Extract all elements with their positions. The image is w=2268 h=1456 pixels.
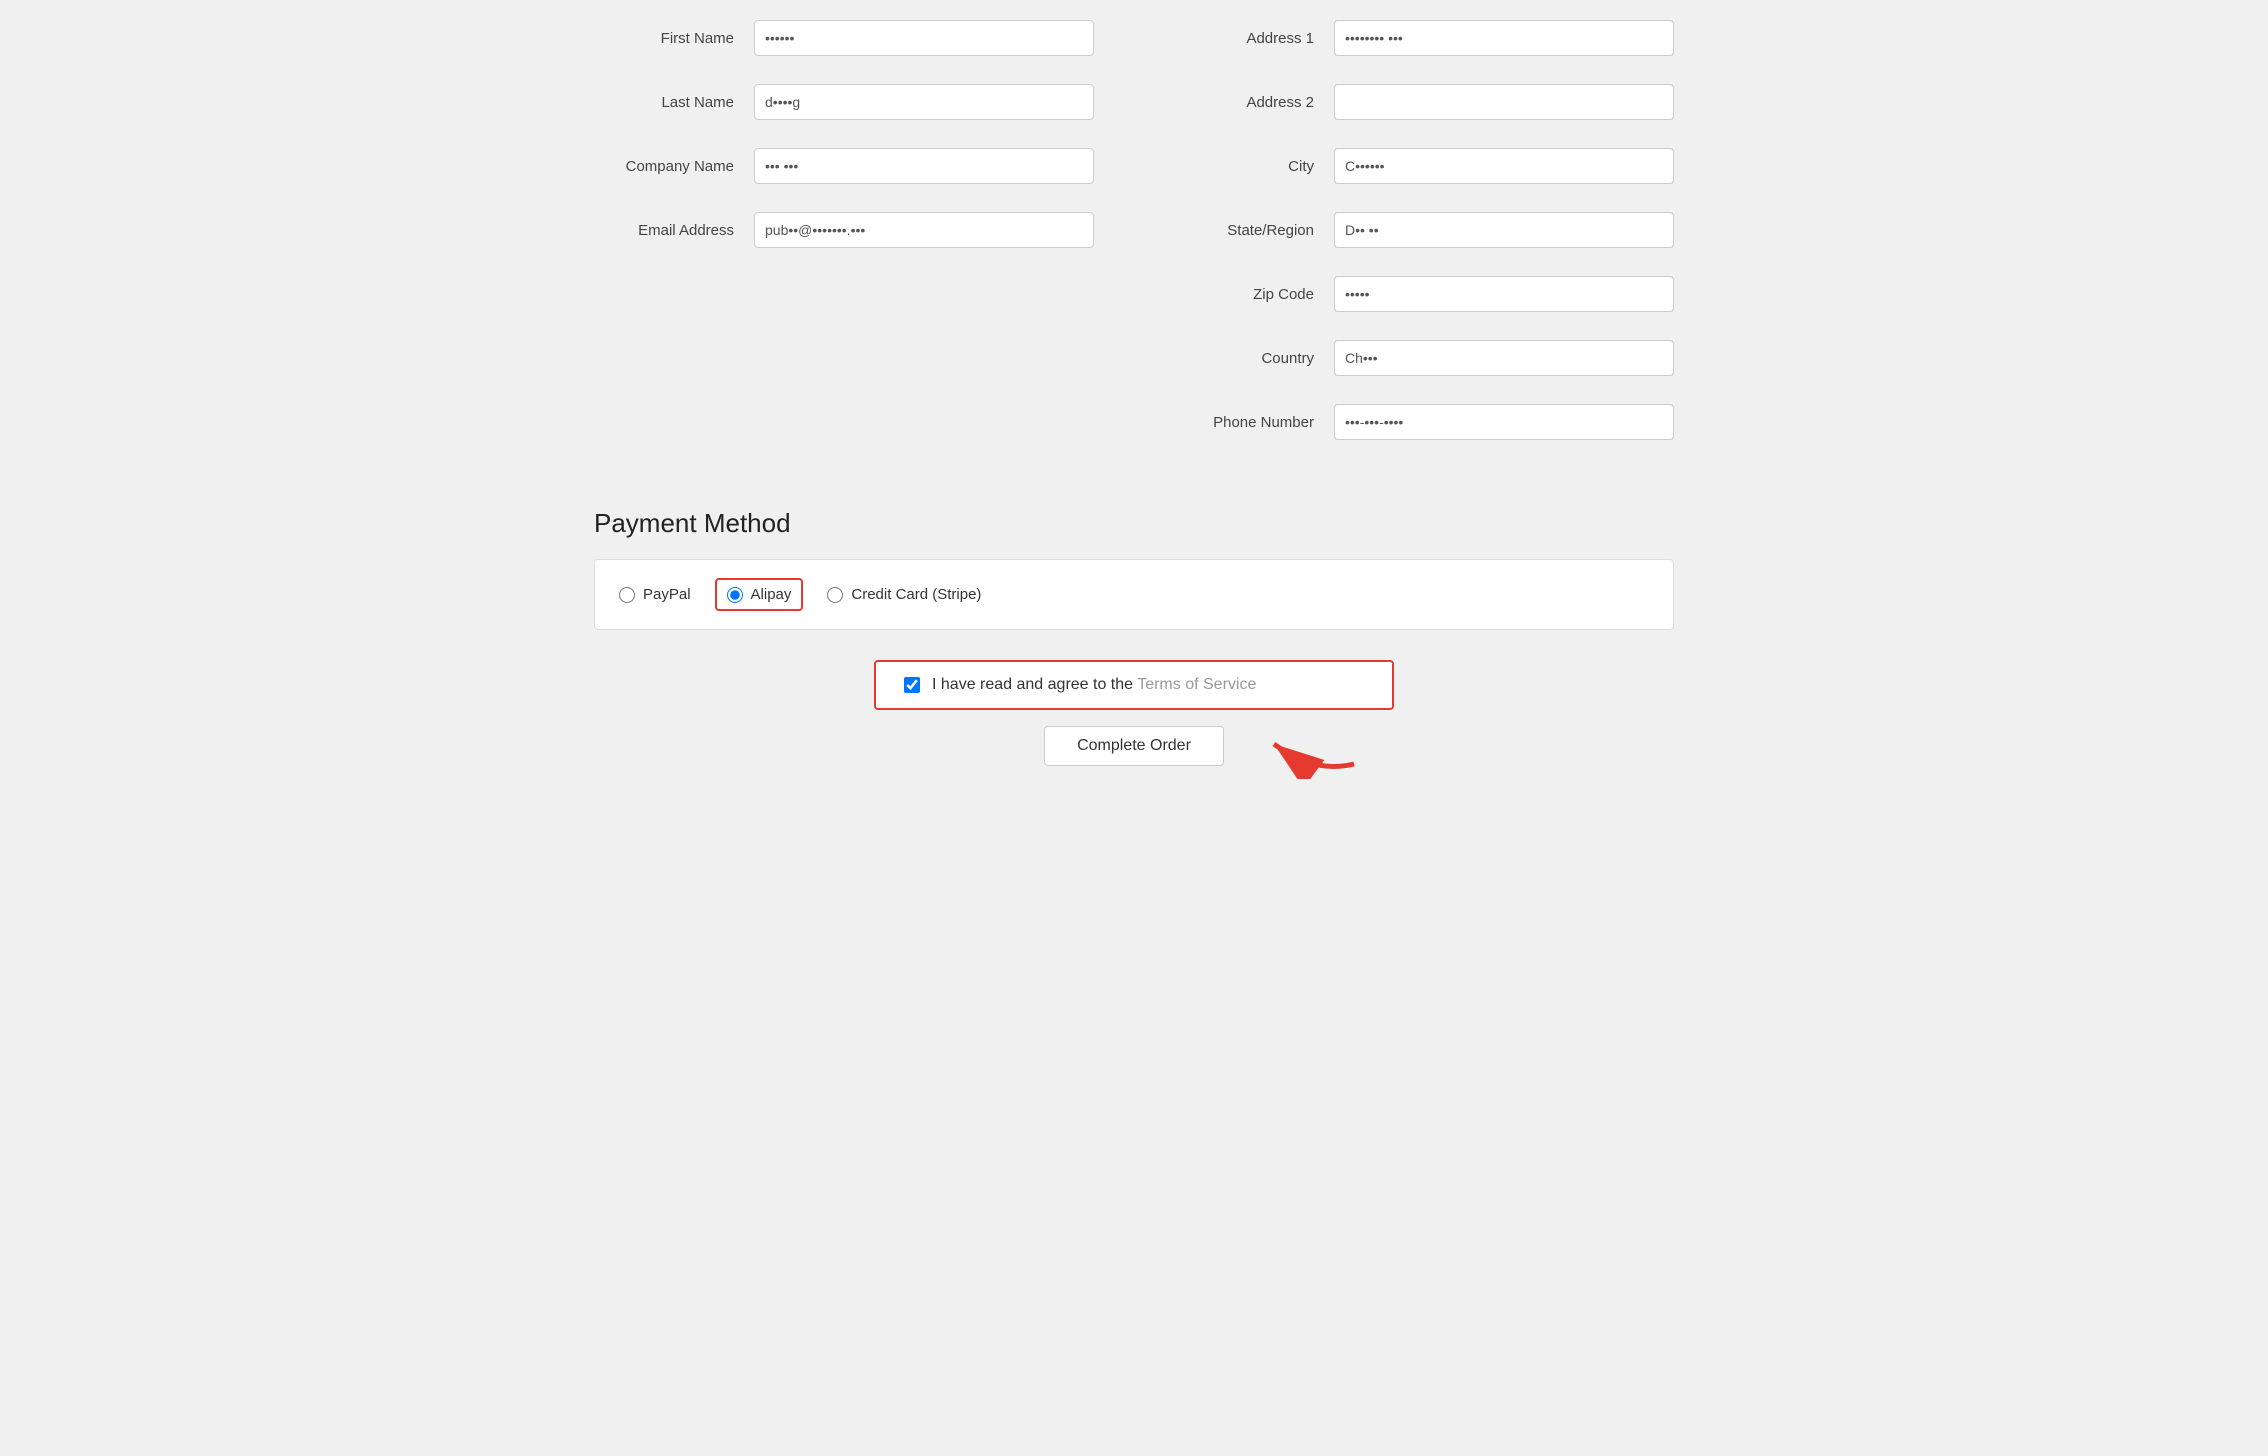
- alipay-label: Alipay: [751, 586, 792, 603]
- label-address1: Address 1: [1174, 30, 1334, 47]
- tos-section: I have read and agree to the Terms of Se…: [594, 660, 1674, 710]
- input-country[interactable]: [1334, 340, 1674, 376]
- label-state: State/Region: [1174, 222, 1334, 239]
- credit-card-radio[interactable]: [827, 587, 843, 603]
- form-row-city: City: [1174, 148, 1674, 184]
- arrow-icon: [1254, 709, 1364, 779]
- input-company-name[interactable]: [754, 148, 1094, 184]
- tos-text-prefix: I have read and agree to the: [932, 676, 1137, 693]
- form-row-state: State/Region: [1174, 212, 1674, 248]
- label-first-name: First Name: [594, 30, 754, 47]
- label-address2: Address 2: [1174, 94, 1334, 111]
- input-phone[interactable]: [1334, 404, 1674, 440]
- input-state[interactable]: [1334, 212, 1674, 248]
- payment-section: Payment Method PayPal Alipay Credit Card…: [594, 508, 1674, 766]
- credit-card-option[interactable]: Credit Card (Stripe): [827, 586, 981, 603]
- label-last-name: Last Name: [594, 94, 754, 111]
- alipay-option[interactable]: Alipay: [727, 586, 792, 603]
- form-section: First Name Last Name Company Name Email Add…: [594, 20, 1674, 468]
- tos-text: I have read and agree to the Terms of Se…: [932, 676, 1256, 694]
- form-row-last-name: Last Name: [594, 84, 1094, 120]
- page-container: First Name Last Name Company Name Email Add…: [534, 20, 1734, 766]
- input-last-name[interactable]: [754, 84, 1094, 120]
- alipay-radio[interactable]: [727, 587, 743, 603]
- form-row-first-name: First Name: [594, 20, 1094, 56]
- tos-link[interactable]: Terms of Service: [1137, 676, 1256, 693]
- form-row-phone: Phone Number: [1174, 404, 1674, 440]
- input-email-address[interactable]: [754, 212, 1094, 248]
- label-email-address: Email Address: [594, 222, 754, 239]
- label-company-name: Company Name: [594, 158, 754, 175]
- paypal-label: PayPal: [643, 586, 691, 603]
- label-city: City: [1174, 158, 1334, 175]
- paypal-radio[interactable]: [619, 587, 635, 603]
- complete-order-section: Complete Order: [594, 726, 1674, 766]
- arrow-container: [1254, 709, 1364, 783]
- form-row-country: Country: [1174, 340, 1674, 376]
- credit-card-label: Credit Card (Stripe): [851, 586, 981, 603]
- form-row-address2: Address 2: [1174, 84, 1674, 120]
- left-column: First Name Last Name Company Name Email Add…: [594, 20, 1094, 468]
- input-address2[interactable]: [1334, 84, 1674, 120]
- input-first-name[interactable]: [754, 20, 1094, 56]
- input-city[interactable]: [1334, 148, 1674, 184]
- form-row-zip: Zip Code: [1174, 276, 1674, 312]
- tos-checkbox[interactable]: [904, 677, 920, 693]
- payment-methods-box: PayPal Alipay Credit Card (Stripe): [594, 559, 1674, 630]
- payment-title: Payment Method: [594, 508, 1674, 539]
- label-country: Country: [1174, 350, 1334, 367]
- label-zip: Zip Code: [1174, 286, 1334, 303]
- input-zip[interactable]: [1334, 276, 1674, 312]
- form-row-address1: Address 1: [1174, 20, 1674, 56]
- alipay-highlight-box: Alipay: [715, 578, 804, 611]
- form-row-email-address: Email Address: [594, 212, 1094, 248]
- input-address1[interactable]: [1334, 20, 1674, 56]
- tos-box: I have read and agree to the Terms of Se…: [874, 660, 1394, 710]
- right-column: Address 1 Address 2 City State/Region Zip Co…: [1174, 20, 1674, 468]
- paypal-option[interactable]: PayPal: [619, 586, 691, 603]
- form-row-company-name: Company Name: [594, 148, 1094, 184]
- label-phone: Phone Number: [1174, 414, 1334, 431]
- complete-order-button[interactable]: Complete Order: [1044, 726, 1224, 766]
